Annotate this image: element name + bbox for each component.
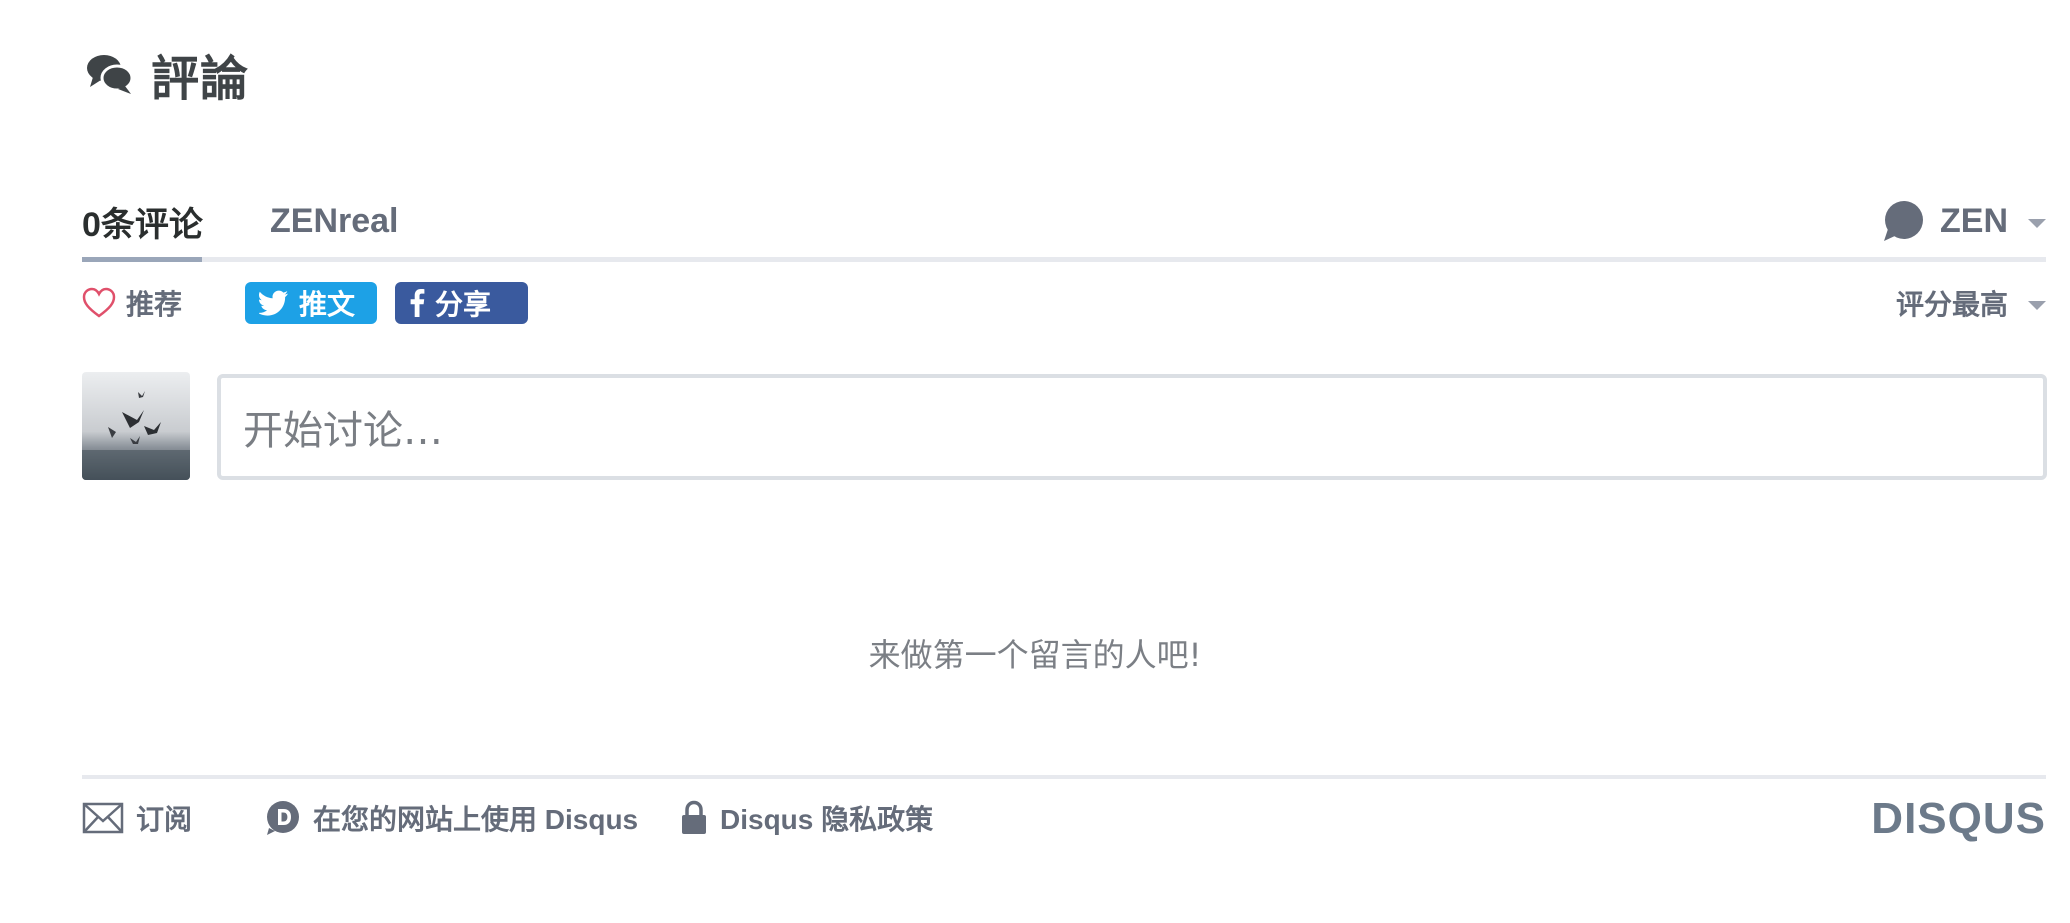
disqus-logo[interactable]: DISQUS xyxy=(1871,794,2046,844)
tweet-button[interactable]: 推文 xyxy=(245,282,377,324)
heart-icon xyxy=(82,287,116,318)
tab-community-label: ZENreal xyxy=(270,201,399,240)
recommend-label: 推荐 xyxy=(126,289,183,320)
speech-bubble-icon xyxy=(1884,201,1923,241)
envelope-icon xyxy=(82,802,124,834)
avatar-image xyxy=(82,372,190,480)
tab-comments-count[interactable]: 0条评论 xyxy=(82,185,203,262)
user-name: ZEN xyxy=(1940,201,2008,240)
subscribe-label: 订阅 xyxy=(136,804,193,835)
recommend-button[interactable]: 推荐 xyxy=(82,280,182,326)
tab-comments-label: 0条评论 xyxy=(82,205,203,244)
share-label: 分享 xyxy=(435,289,492,320)
lock-icon xyxy=(682,800,706,834)
sort-label: 评分最高 xyxy=(1895,289,2008,320)
comment-input[interactable]: 开始讨论… xyxy=(217,374,2047,480)
thread-tabs: 0条评论 ZENreal ZEN xyxy=(82,185,2046,262)
subscribe-link[interactable]: 订阅 xyxy=(82,790,192,846)
footer-divider xyxy=(82,775,2046,779)
privacy-label: Disqus 隐私政策 xyxy=(720,804,934,835)
tab-community[interactable]: ZENreal xyxy=(270,185,399,257)
section-title: 評論 xyxy=(151,53,250,106)
empty-state-message: 来做第一个留言的人吧! xyxy=(868,636,1202,674)
twitter-icon xyxy=(259,290,288,316)
chevron-down-icon xyxy=(2028,300,2046,310)
facebook-share-button[interactable]: 分享 xyxy=(395,282,528,324)
action-row: 推荐 推文 分享 评分最高 xyxy=(82,280,2046,326)
privacy-policy-link[interactable]: Disqus 隐私政策 xyxy=(680,790,933,846)
footer: 订阅 在您的网站上使用 Disqus Disqus 隐私政策 DISQUS xyxy=(82,790,2046,846)
sort-dropdown[interactable]: 评分最高 xyxy=(1896,280,2046,326)
facebook-icon xyxy=(410,289,425,317)
add-disqus-label: 在您的网站上使用 Disqus xyxy=(313,804,639,835)
tweet-label: 推文 xyxy=(299,289,356,320)
active-tab-underline xyxy=(82,257,202,262)
avatar[interactable] xyxy=(82,372,190,480)
section-header: 評論 xyxy=(85,44,249,106)
disqus-d-icon xyxy=(267,801,299,835)
add-disqus-link[interactable]: 在您的网站上使用 Disqus xyxy=(265,790,638,846)
chevron-down-icon xyxy=(2028,218,2046,228)
user-menu[interactable]: ZEN xyxy=(1882,185,2046,257)
comment-input-placeholder: 开始讨论… xyxy=(243,408,443,454)
comments-icon xyxy=(87,55,134,94)
